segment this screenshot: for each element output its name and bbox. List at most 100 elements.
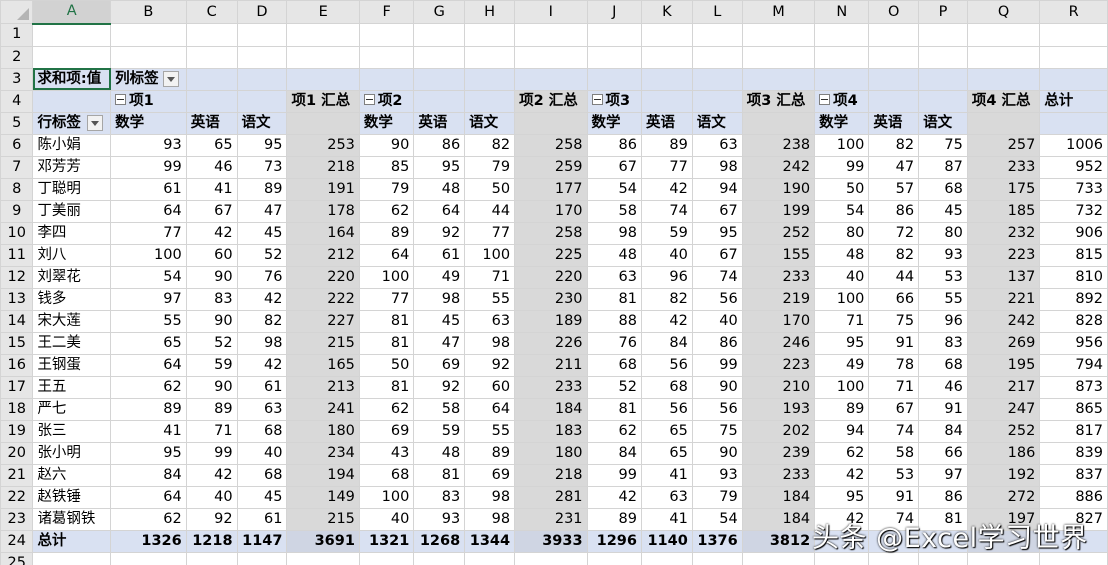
row-header-7[interactable]: 7 <box>0 155 34 179</box>
value-cell[interactable]: 865 <box>1039 397 1108 421</box>
value-cell[interactable]: 98 <box>236 331 288 355</box>
value-cell[interactable]: 75 <box>918 133 968 157</box>
total-cell[interactable]: 1326 <box>110 529 187 553</box>
cell[interactable] <box>110 45 187 69</box>
value-cell[interactable]: 100 <box>358 265 415 289</box>
subtotal-cell[interactable]: 175 <box>966 177 1041 201</box>
value-cell[interactable]: 72 <box>868 221 920 245</box>
collapse-icon[interactable] <box>819 94 831 105</box>
column-header-H[interactable]: H <box>464 0 516 24</box>
value-cell[interactable]: 60 <box>185 243 238 267</box>
subtotal-header-1[interactable]: 项1 汇总 <box>286 89 360 113</box>
cell[interactable] <box>640 23 693 47</box>
subtotal-cell[interactable]: 212 <box>286 243 360 267</box>
value-cell[interactable]: 67 <box>586 155 642 179</box>
cell[interactable] <box>286 111 360 135</box>
value-cell[interactable]: 733 <box>1039 177 1108 201</box>
subtotal-cell[interactable]: 257 <box>966 133 1041 157</box>
subtotal-cell[interactable]: 220 <box>286 265 360 289</box>
value-cell[interactable]: 97 <box>110 287 187 311</box>
value-cell[interactable]: 50 <box>358 353 415 377</box>
cell[interactable] <box>464 89 516 113</box>
row-label[interactable]: 王五 <box>32 375 112 399</box>
value-cell[interactable]: 90 <box>185 375 238 399</box>
value-cell[interactable]: 74 <box>640 199 693 223</box>
value-cell[interactable]: 98 <box>464 331 516 355</box>
subtotal-cell[interactable]: 227 <box>286 309 360 333</box>
cell[interactable] <box>918 89 968 113</box>
subtotal-cell[interactable]: 272 <box>966 485 1041 509</box>
value-cell[interactable]: 94 <box>691 177 743 201</box>
column-labels-cell[interactable]: 列标签 <box>110 67 187 91</box>
cell[interactable] <box>464 45 516 69</box>
value-cell[interactable]: 92 <box>185 507 238 531</box>
value-cell[interactable]: 81 <box>586 287 642 311</box>
row-header-15[interactable]: 15 <box>0 331 34 355</box>
value-cell[interactable]: 46 <box>185 155 238 179</box>
value-cell[interactable]: 100 <box>814 133 870 157</box>
cell[interactable] <box>640 67 693 91</box>
cell[interactable] <box>814 23 870 47</box>
value-cell[interactable]: 67 <box>185 199 238 223</box>
value-cell[interactable]: 68 <box>586 353 642 377</box>
value-cell[interactable]: 56 <box>640 397 693 421</box>
value-cell[interactable]: 41 <box>110 419 187 443</box>
column-header-I[interactable]: I <box>514 0 588 24</box>
value-cell[interactable]: 95 <box>236 133 288 157</box>
subtotal-cell[interactable]: 230 <box>514 287 588 311</box>
value-cell[interactable]: 63 <box>236 397 288 421</box>
subject-header[interactable]: 语文 <box>918 111 968 135</box>
subtotal-cell[interactable]: 218 <box>514 463 588 487</box>
cell[interactable] <box>514 23 588 47</box>
row-label[interactable]: 邓芳芳 <box>32 155 112 179</box>
value-cell[interactable]: 97 <box>918 463 968 487</box>
value-cell[interactable]: 85 <box>358 155 415 179</box>
value-cell[interactable]: 65 <box>640 419 693 443</box>
value-cell[interactable]: 91 <box>918 397 968 421</box>
column-header-B[interactable]: B <box>110 0 187 24</box>
value-cell[interactable]: 92 <box>464 353 516 377</box>
cell[interactable] <box>413 551 466 565</box>
value-cell[interactable]: 48 <box>586 243 642 267</box>
value-cell[interactable]: 40 <box>185 485 238 509</box>
subtotal-cell[interactable]: 210 <box>741 375 816 399</box>
total-cell[interactable]: 1218 <box>185 529 238 553</box>
row-label[interactable]: 张三 <box>32 419 112 443</box>
value-cell[interactable]: 41 <box>185 177 238 201</box>
value-cell[interactable]: 62 <box>358 397 415 421</box>
value-cell[interactable]: 52 <box>586 375 642 399</box>
value-cell[interactable]: 63 <box>586 265 642 289</box>
subtotal-cell[interactable]: 193 <box>741 397 816 421</box>
value-cell[interactable]: 91 <box>868 331 920 355</box>
value-cell[interactable]: 82 <box>868 243 920 267</box>
column-header-K[interactable]: K <box>640 0 693 24</box>
subtotal-cell[interactable]: 239 <box>741 441 816 465</box>
cell[interactable] <box>110 23 187 47</box>
cell[interactable] <box>966 67 1041 91</box>
value-cell[interactable]: 92 <box>413 221 466 245</box>
subtotal-cell[interactable]: 223 <box>966 243 1041 267</box>
column-header-D[interactable]: D <box>236 0 288 24</box>
total-label[interactable]: 总计 <box>32 529 112 553</box>
value-cell[interactable]: 45 <box>236 485 288 509</box>
grand-subtotal-cell[interactable]: 3812 <box>741 529 816 553</box>
value-cell[interactable]: 68 <box>918 177 968 201</box>
subtotal-cell[interactable]: 184 <box>741 485 816 509</box>
total-cell[interactable]: 1296 <box>586 529 642 553</box>
cell[interactable] <box>1039 111 1108 135</box>
value-cell[interactable]: 828 <box>1039 309 1108 333</box>
value-cell[interactable]: 952 <box>1039 155 1108 179</box>
cell[interactable] <box>110 551 187 565</box>
value-cell[interactable]: 89 <box>586 507 642 531</box>
value-cell[interactable]: 44 <box>464 199 516 223</box>
row-header-20[interactable]: 20 <box>0 441 34 465</box>
value-cell[interactable]: 94 <box>814 419 870 443</box>
subject-header[interactable]: 数学 <box>358 111 415 135</box>
value-cell[interactable]: 99 <box>691 353 743 377</box>
subtotal-cell[interactable]: 189 <box>514 309 588 333</box>
value-cell[interactable]: 42 <box>640 177 693 201</box>
subject-header[interactable]: 数学 <box>814 111 870 135</box>
value-cell[interactable]: 50 <box>464 177 516 201</box>
subtotal-cell[interactable]: 247 <box>966 397 1041 421</box>
cell[interactable] <box>514 45 588 69</box>
